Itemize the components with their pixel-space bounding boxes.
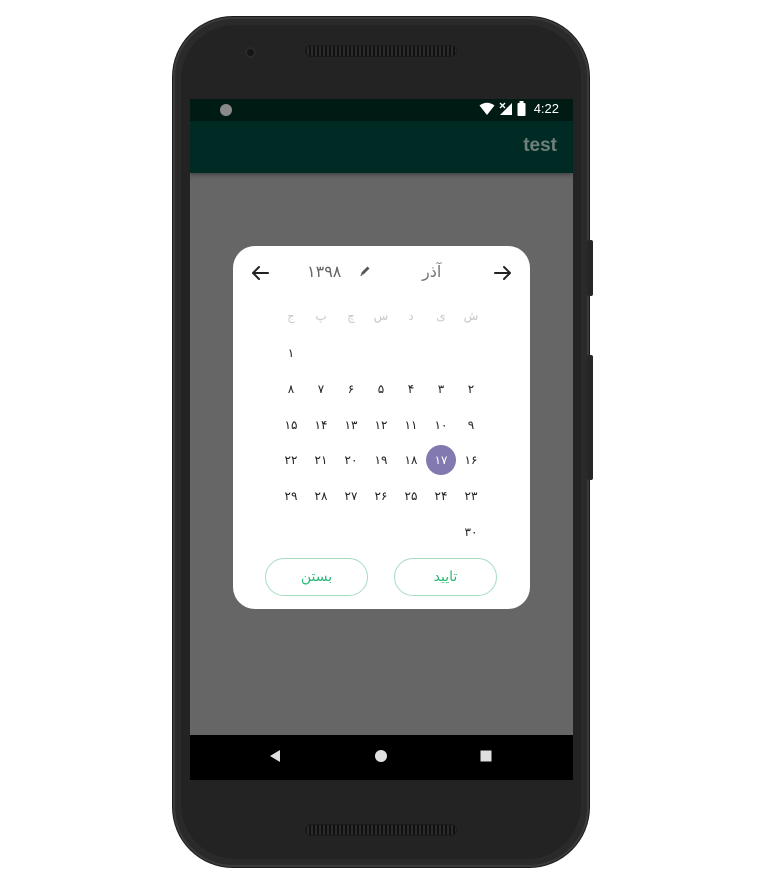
calendar-day[interactable]: ۲۸ bbox=[306, 481, 336, 511]
navigation-bar bbox=[190, 735, 573, 780]
calendar-day[interactable]: ۴ bbox=[396, 374, 426, 404]
back-triangle-icon[interactable] bbox=[269, 749, 281, 763]
weekday-label: ج bbox=[287, 309, 295, 323]
calendar-day[interactable]: ۱۳ bbox=[336, 410, 366, 440]
month-label[interactable]: آذر bbox=[422, 262, 441, 281]
weekday-label: پ bbox=[315, 309, 327, 323]
calendar-day[interactable]: ۸ bbox=[276, 374, 306, 404]
calendar-day[interactable]: ۲۷ bbox=[336, 481, 366, 511]
calendar-day[interactable]: ۲۳ bbox=[456, 481, 486, 511]
weekday-label: س bbox=[373, 309, 389, 323]
battery-icon bbox=[517, 101, 526, 116]
weekday-label: چ bbox=[347, 309, 355, 323]
calendar-day[interactable]: ۱۸ bbox=[396, 445, 426, 475]
calendar-day[interactable]: ۵ bbox=[366, 374, 396, 404]
notification-dot-icon bbox=[220, 104, 232, 116]
front-camera bbox=[245, 47, 256, 58]
home-circle-icon[interactable] bbox=[374, 749, 388, 763]
arrow-right-icon[interactable] bbox=[492, 262, 514, 284]
dialog-header: ۱۳۹۸ آذر bbox=[233, 246, 530, 298]
calendar-day[interactable]: ۲۰ bbox=[336, 445, 366, 475]
bottom-speaker bbox=[305, 824, 457, 836]
status-icons: 4:22 bbox=[479, 101, 559, 116]
selected-day[interactable]: ۱۷ bbox=[426, 445, 456, 475]
calendar-day[interactable]: ۱۱ bbox=[396, 410, 426, 440]
calendar-day[interactable]: ۱۴ bbox=[306, 410, 336, 440]
signal-icon bbox=[499, 102, 512, 115]
calendar-day[interactable]: ۹ bbox=[456, 410, 486, 440]
year-label[interactable]: ۱۳۹۸ bbox=[307, 262, 341, 281]
arrow-left-icon[interactable] bbox=[249, 262, 271, 284]
app-bar: test bbox=[190, 121, 573, 173]
calendar-day[interactable]: ۱۹ bbox=[366, 445, 396, 475]
calendar-day[interactable]: ۲۱ bbox=[306, 445, 336, 475]
weekday-label: ی bbox=[436, 309, 446, 323]
calendar-day[interactable]: ۷ bbox=[306, 374, 336, 404]
screen: 4:22 test ۱۳۹۸ آذر شیدسچپج ۱ ۲ ۳ ۴ ۵ ۶ ۷ ۸ ۹ ۱۰ ۱۱… bbox=[190, 99, 573, 780]
volume-button bbox=[587, 355, 593, 480]
pencil-icon[interactable] bbox=[359, 265, 371, 277]
calendar-day[interactable]: ۲۶ bbox=[366, 481, 396, 511]
calendar-day[interactable]: ۲۴ bbox=[426, 481, 456, 511]
calendar-day[interactable]: ۱ bbox=[276, 338, 306, 368]
calendar-day[interactable]: ۱۲ bbox=[366, 410, 396, 440]
power-button bbox=[587, 240, 593, 296]
calendar-day[interactable]: ۱۰ bbox=[426, 410, 456, 440]
app-title: test bbox=[523, 135, 557, 156]
status-time: 4:22 bbox=[533, 101, 559, 116]
calendar-day[interactable]: ۳ bbox=[426, 374, 456, 404]
status-bar: 4:22 bbox=[190, 99, 573, 121]
recent-square-icon[interactable] bbox=[480, 750, 492, 762]
top-speaker bbox=[305, 45, 457, 57]
weekday-label: ش bbox=[463, 309, 479, 323]
calendar-day[interactable]: ۶ bbox=[336, 374, 366, 404]
date-picker-dialog: ۱۳۹۸ آذر شیدسچپج ۱ ۲ ۳ ۴ ۵ ۶ ۷ ۸ ۹ ۱۰ ۱۱ ۱۲ ۱۳ ۱۴ ۱۵ ۱۶… bbox=[233, 246, 530, 609]
calendar-day[interactable]: ۲۹ bbox=[276, 481, 306, 511]
calendar-day[interactable]: ۲۵ bbox=[396, 481, 426, 511]
calendar-day[interactable]: ۱۵ bbox=[276, 410, 306, 440]
calendar-day[interactable]: ۲ bbox=[456, 374, 486, 404]
wifi-icon bbox=[479, 102, 495, 115]
calendar-day[interactable]: ۲۲ bbox=[276, 445, 306, 475]
close-button[interactable]: بستن bbox=[265, 558, 368, 596]
calendar-day[interactable]: ۱۶ bbox=[456, 445, 486, 475]
weekday-label: د bbox=[408, 309, 414, 323]
confirm-button[interactable]: تایید bbox=[394, 558, 497, 596]
calendar-day[interactable]: ۳۰ bbox=[456, 517, 486, 547]
